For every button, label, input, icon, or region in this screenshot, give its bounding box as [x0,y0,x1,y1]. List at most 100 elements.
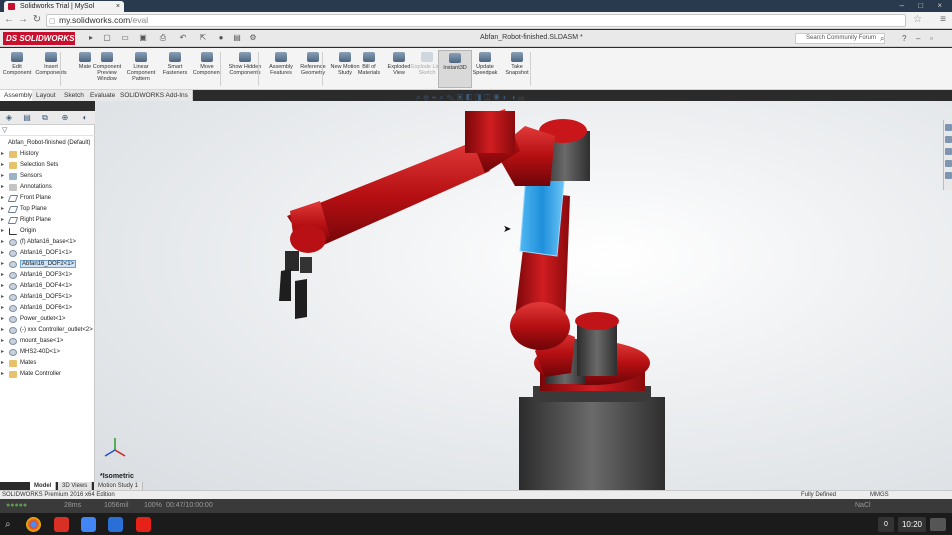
file-properties-icon[interactable]: ▤ [230,32,244,44]
units-selector[interactable]: MMGS [870,491,889,499]
bottom-tab[interactable]: 3D Views [58,482,93,490]
expand-arrow-icon[interactable]: ▸ [1,259,4,270]
search-community-input[interactable]: Search Community Forum [795,33,885,44]
system-clock[interactable]: 10:20 [898,517,926,532]
ribbon-button[interactable]: Instant3D [438,50,472,88]
ribbon-button[interactable]: Edit Component [0,50,34,88]
google-search-icon[interactable] [81,517,96,532]
solidworks-logo[interactable]: DS SOLIDWORKS [3,32,75,45]
ribbon-button[interactable]: Component Preview Window [90,50,124,88]
tab-close-icon[interactable]: × [116,1,120,12]
expand-arrow-icon[interactable]: ▸ [1,292,4,303]
dimxpert-tab-icon[interactable]: ⊕ [58,113,72,123]
tree-item[interactable]: ▸ (-) xxx Controller_outlet<2> [0,325,95,336]
tree-item[interactable]: ▸ Selection Sets [0,160,95,171]
expand-arrow-icon[interactable]: ▸ [1,171,4,182]
tree-item[interactable]: ▸ MHS2-40D<1> [0,347,95,358]
task-pane-tabs[interactable] [943,120,952,190]
tree-item[interactable]: ▸ (f) Abfan16_base<1> [0,237,95,248]
expand-arrow-icon[interactable]: ▸ [1,303,4,314]
ribbon-button[interactable]: Linear Component Pattern [124,50,158,88]
browser-tab[interactable]: Solidworks Trial | MySol × [4,1,124,12]
expand-arrow-icon[interactable]: ▸ [1,281,4,292]
restore-icon[interactable]: ▫ [930,33,933,44]
minimize-icon[interactable]: – [916,33,920,44]
appearances-icon[interactable] [945,172,952,179]
feature-manager-tab-icon[interactable]: ◈ [2,113,16,123]
ribbon-button[interactable]: Show Hidden Components [228,50,262,88]
tree-item[interactable]: ▸ Abfan16_DOF6<1> [0,303,95,314]
docs-icon[interactable] [108,517,123,532]
tree-item[interactable]: ▸ Abfan16_DOF1<1> [0,248,95,259]
expand-arrow-icon[interactable]: ▸ [1,347,4,358]
ribbon-button[interactable]: Bill of Materials [352,50,386,88]
ribbon-button[interactable]: Insert Components [34,50,68,88]
expand-arrow-icon[interactable]: ▸ [1,369,4,380]
tree-item[interactable]: ▸ Top Plane [0,204,95,215]
tree-item[interactable]: ▸ Mate Controller [0,369,95,380]
expand-arrow-icon[interactable]: ▸ [1,325,4,336]
command-tab[interactable]: Layout [32,90,61,101]
youtube-icon[interactable] [136,517,151,532]
configuration-manager-tab-icon[interactable]: ⧉ [38,113,52,123]
tree-item[interactable]: ▸ Annotations [0,182,95,193]
back-arrow-icon[interactable]: ← [3,14,15,26]
expand-arrow-icon[interactable]: ▸ [1,215,4,226]
tree-item[interactable]: ▸ Sensors [0,171,95,182]
rebuild-icon[interactable]: ● [214,32,228,44]
status-tray-icon[interactable] [930,518,946,531]
ribbon-button[interactable]: Reference Geometry [296,50,330,88]
expand-arrow-icon[interactable]: ▸ [1,193,4,204]
expand-arrow-icon[interactable]: ▸ [1,237,4,248]
expand-arrow-icon[interactable]: ▸ [1,160,4,171]
tree-filter-row[interactable]: ▽ [0,126,95,136]
ribbon-button[interactable]: Assembly Features [264,50,298,88]
file-explorer-icon[interactable] [945,148,952,155]
bookmark-star-icon[interactable]: ☆ [913,14,922,26]
expand-arrow-icon[interactable]: ▸ [1,270,4,281]
design-library-icon[interactable] [945,136,952,143]
browser-menu-icon[interactable]: ≡ [940,14,946,26]
new-document-icon[interactable]: ▢ [100,32,114,44]
bottom-tab[interactable]: Motion Study 1 [94,482,144,490]
resources-icon[interactable] [945,124,952,131]
select-cursor-icon[interactable]: ⇱ [196,32,210,44]
robot-arm-model[interactable] [95,101,952,490]
expand-arrow-icon[interactable]: ▸ [1,182,4,193]
options-gear-icon[interactable]: ⚙ [246,32,260,44]
tree-item[interactable]: ▸ Right Plane [0,215,95,226]
ribbon-button[interactable]: Take Snapshot [500,50,534,88]
gmail-icon[interactable] [54,517,69,532]
graphics-area[interactable] [95,101,952,490]
help-icon[interactable]: ? [902,33,906,44]
expand-arrow-icon[interactable]: ▸ [1,336,4,347]
tree-root[interactable]: Abfan_Robot-finished (Default) [0,138,95,149]
property-manager-tab-icon[interactable]: ▤ [20,113,34,123]
notification-count[interactable]: 0 [878,517,894,532]
ribbon-button[interactable]: Move Component [190,50,224,88]
view-palette-icon[interactable] [945,160,952,167]
tree-item[interactable]: ▸ Front Plane [0,193,95,204]
tree-item[interactable]: ▸ mount_base<1> [0,336,95,347]
tree-item[interactable]: ▸ Power_outlet<1> [0,314,95,325]
expand-arrow-icon[interactable]: ▸ [1,204,4,215]
print-icon[interactable]: ⎙ [156,32,170,44]
tree-item[interactable]: ▸ History [0,149,95,160]
filter-funnel-icon[interactable]: ▽ [2,126,7,134]
bottom-tab[interactable]: Model [30,482,57,490]
ribbon-button[interactable]: Smart Fasteners [158,50,192,88]
tree-item[interactable]: ▸ Mates [0,358,95,369]
tree-item[interactable]: ▸ Abfan16_DOF5<1> [0,292,95,303]
tree-item[interactable]: ▸ Abfan16_DOF3<1> [0,270,95,281]
launcher-search-icon[interactable]: ⌕ [5,517,20,532]
undo-icon[interactable]: ↶ [176,32,190,44]
tree-item[interactable]: ▸ Abfan16_DOF2<1> [0,259,95,270]
address-bar[interactable]: ▢ my.solidworks.com/eval [46,14,906,27]
tree-item[interactable]: ▸ Origin [0,226,95,237]
expand-arrow-icon[interactable]: ▸ [1,314,4,325]
tree-item[interactable]: ▸ Abfan16_DOF4<1> [0,281,95,292]
ribbon-button[interactable]: Update Speedpak [468,50,502,88]
expand-arrow-icon[interactable]: ▸ [1,358,4,369]
chrome-icon[interactable] [26,517,41,532]
reload-icon[interactable]: ↻ [31,14,43,26]
